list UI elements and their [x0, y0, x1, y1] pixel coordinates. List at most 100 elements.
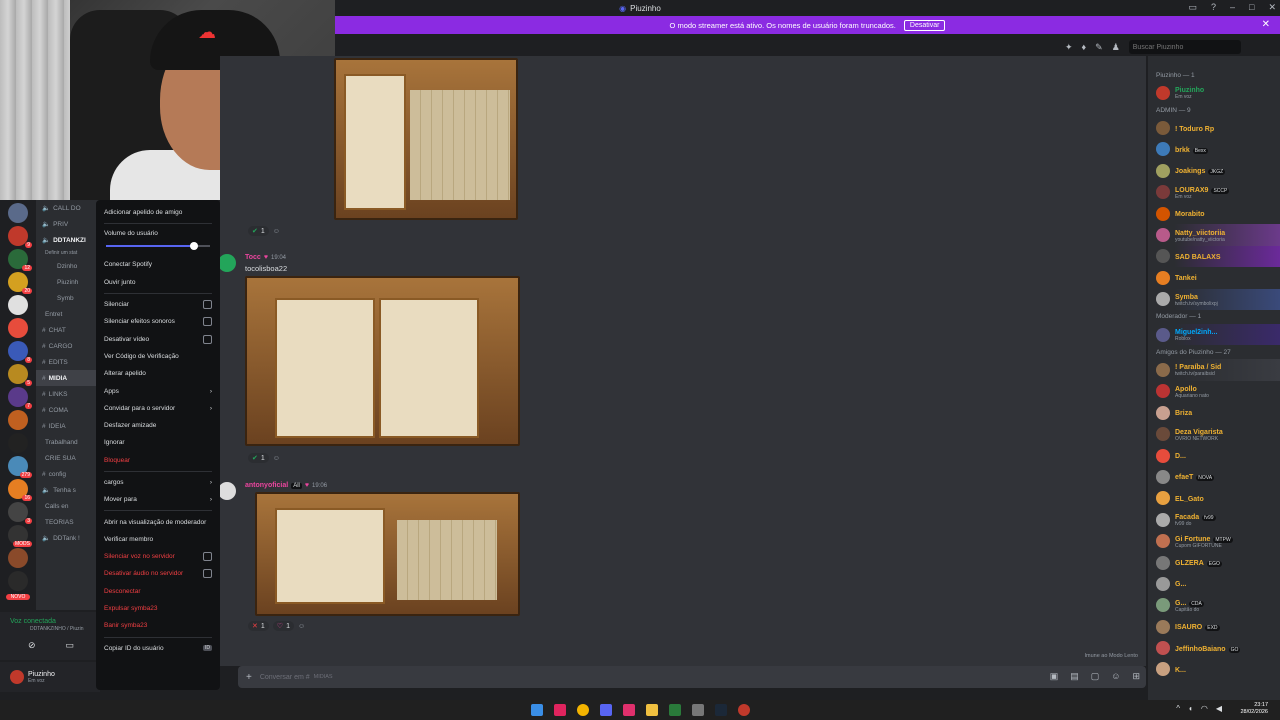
server-icon[interactable]: 16	[8, 479, 32, 501]
disconnect[interactable]: Desconectar	[100, 583, 216, 600]
channel-item[interactable]: # COMA	[36, 402, 100, 418]
gif-icon[interactable]: ▤	[1070, 671, 1079, 682]
member-item[interactable]: brkk Bexx	[1148, 139, 1280, 160]
server-mute-checkbox[interactable]: Silenciar voz no servidor	[100, 548, 216, 565]
steam-icon[interactable]	[714, 704, 727, 716]
member-item[interactable]: ISAURO EXD	[1148, 616, 1280, 637]
server-icon[interactable]: 9	[8, 226, 32, 248]
member-item[interactable]: GLZERA EGO	[1148, 552, 1280, 573]
chevron-up-icon[interactable]: ^	[1176, 704, 1180, 713]
server-icon[interactable]: 20	[8, 272, 32, 294]
channel-item[interactable]: # config	[36, 466, 100, 482]
screen-share-icon[interactable]: ▭	[66, 640, 75, 651]
mic-icon[interactable]: ◖	[1188, 704, 1193, 713]
add-reaction-icon[interactable]: ☺	[298, 623, 305, 630]
member-item[interactable]: ! Paraíba / Sid twitch.tv/paraibsid	[1148, 359, 1280, 381]
member-item[interactable]: Facada fv99 fv99 do	[1148, 509, 1280, 530]
pin-icon[interactable]: ✎	[1095, 42, 1103, 53]
member-item[interactable]: Symba twitch.tv/symbolixpj	[1148, 288, 1280, 310]
ban-user[interactable]: Banir symba23	[100, 617, 216, 634]
help-icon[interactable]: ?	[1211, 2, 1216, 13]
member-item[interactable]: Gi Fortune MTPW Cupom GIFORTUNE	[1148, 530, 1280, 551]
channel-item[interactable]: Trabalhand	[36, 434, 100, 450]
channel-item[interactable]: 🔈 DDTANKZI	[36, 232, 100, 248]
app-icon[interactable]	[622, 704, 635, 716]
member-item[interactable]: SAD BALAXS	[1148, 245, 1280, 268]
voice-user[interactable]: Dzinho	[36, 258, 100, 274]
member-item[interactable]: Joakings JKGZ	[1148, 160, 1280, 181]
server-icon[interactable]	[8, 318, 28, 338]
member-item[interactable]: Deza Vigarista OVRIO NETWORK	[1148, 423, 1280, 444]
attachment-image[interactable]	[245, 276, 520, 446]
connect-spotify[interactable]: Conectar Spotify	[100, 256, 216, 273]
channel-item[interactable]: Entret	[36, 306, 100, 322]
reaction-check[interactable]: ✔ 1	[248, 226, 269, 236]
channel-item[interactable]: 🔈 DDTank !	[36, 530, 100, 546]
server-icon[interactable]: 5	[8, 364, 32, 386]
server-icon[interactable]: 12	[8, 249, 32, 271]
channel-item[interactable]: 🔈 PRIV	[36, 216, 100, 232]
voice-user[interactable]: Piuzinh	[36, 274, 100, 290]
server-icon[interactable]	[8, 410, 28, 430]
member-item[interactable]: Piuzinho Em voz	[1148, 82, 1280, 103]
member-item[interactable]: JeffinhoBaiano GO	[1148, 637, 1280, 658]
camera-off-icon[interactable]: ⊘	[28, 640, 36, 651]
member-item[interactable]: ! Toduro Rp	[1148, 117, 1280, 138]
invite-to-server[interactable]: Convidar para o servidor ›	[100, 400, 216, 417]
channel-item[interactable]: 🔈 Tenha s	[36, 482, 100, 498]
roles-submenu[interactable]: cargos ›	[100, 474, 216, 491]
server-icon[interactable]: 279	[8, 456, 32, 478]
server-icon[interactable]: 7	[8, 387, 32, 409]
verify-member[interactable]: Verificar membro	[100, 531, 216, 548]
channel-item[interactable]: Calls en	[36, 498, 100, 514]
add-friend-nickname[interactable]: Adicionar apelido de amigo	[100, 204, 216, 221]
maximize-button[interactable]: □	[1249, 2, 1254, 13]
member-item[interactable]: efaeT NOVA	[1148, 466, 1280, 487]
search-input[interactable]	[1128, 40, 1241, 54]
app-icon[interactable]	[553, 704, 566, 716]
server-icon[interactable]	[8, 548, 28, 568]
volume-slider[interactable]	[106, 242, 210, 251]
kick-user[interactable]: Expulsar symba23	[100, 600, 216, 617]
settings-icon[interactable]	[691, 704, 704, 716]
apps-submenu[interactable]: Apps ›	[100, 382, 216, 399]
disable-streamer-button[interactable]: Desativar	[903, 19, 946, 31]
member-item[interactable]: Briza	[1148, 402, 1280, 423]
threads-icon[interactable]: ✦	[1065, 42, 1073, 53]
server-icon[interactable]: MODS	[8, 525, 32, 547]
move-to-submenu[interactable]: Mover para ›	[100, 491, 216, 508]
avatar[interactable]	[218, 254, 236, 272]
emoji-icon[interactable]: ☺	[1111, 671, 1120, 682]
new-badge[interactable]: NOVO	[6, 594, 30, 600]
avatar[interactable]	[10, 670, 24, 684]
channel-item[interactable]: # EDITS	[36, 354, 100, 370]
attachment-image[interactable]	[255, 492, 520, 616]
reaction-heart[interactable]: ♡ 1	[272, 621, 294, 631]
gift-icon[interactable]: ▣	[1050, 671, 1059, 682]
member-item[interactable]: G...	[1148, 573, 1280, 594]
server-icon[interactable]: 3	[8, 502, 32, 524]
server-deafen-checkbox[interactable]: Desativar áudio no servidor	[100, 565, 216, 582]
member-item[interactable]: Miguel2inh... Roblox	[1148, 323, 1280, 346]
wifi-icon[interactable]: ◠	[1201, 704, 1208, 713]
reaction-x[interactable]: ✕ 1	[248, 621, 269, 631]
ignore[interactable]: Ignorar	[100, 434, 216, 451]
message-author[interactable]: Tocc	[245, 254, 261, 261]
chrome-icon[interactable]	[576, 704, 589, 716]
app-icon[interactable]	[668, 704, 681, 716]
members-icon[interactable]: ♟	[1112, 42, 1120, 53]
channel-item-selected[interactable]: # MIDIA	[36, 370, 100, 386]
channel-item[interactable]: TEORIAS	[36, 514, 100, 530]
server-icon[interactable]	[8, 295, 28, 315]
apps-icon[interactable]: ⊞	[1132, 671, 1140, 682]
channel-item[interactable]: CRIE SUA	[36, 450, 100, 466]
copy-user-id[interactable]: Copiar ID do usuário ID	[100, 640, 216, 657]
message-composer[interactable]: + Conversar em # MIDIAS	[238, 666, 1146, 688]
remove-friend[interactable]: Desfazer amizade	[100, 417, 216, 434]
member-item[interactable]: Apollo Aquariano nato	[1148, 381, 1280, 402]
close-button[interactable]: ✕	[1268, 2, 1276, 13]
folder-icon[interactable]	[645, 704, 658, 716]
listen-along[interactable]: Ouvir junto	[100, 274, 216, 291]
view-verification-code[interactable]: Ver Código de Verificação	[100, 348, 216, 365]
server-icon[interactable]	[8, 433, 28, 453]
